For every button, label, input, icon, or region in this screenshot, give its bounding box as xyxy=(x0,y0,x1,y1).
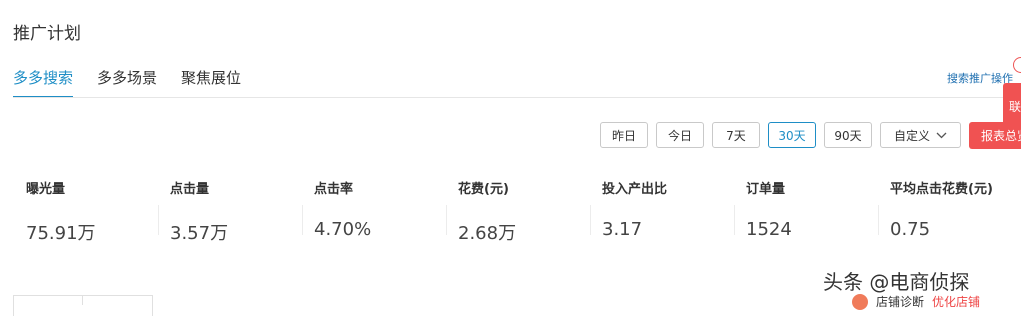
metric-label: 点击量 xyxy=(170,182,210,197)
metric-value: 3.57万 xyxy=(170,223,229,244)
watermark: 头条 @电商侦探 xyxy=(823,270,970,294)
metric-value: 75.91万 xyxy=(26,223,96,244)
metric-label: 订单量 xyxy=(746,182,786,197)
report-overview-button[interactable]: 报表总览 xyxy=(969,122,1021,149)
date-filter-30d[interactable]: 30天 xyxy=(768,122,816,148)
metric-spend: 花费(元) 2.68万 xyxy=(458,178,598,245)
metric-orders: 订单量 1524 xyxy=(746,178,886,240)
date-filter-7d[interactable]: 7天 xyxy=(712,122,760,148)
custom-date-dropdown[interactable]: 自定义 xyxy=(880,122,961,148)
bottom-promo-tag[interactable]: 店铺诊断 优化店铺 xyxy=(852,293,980,310)
metric-divider xyxy=(446,205,447,235)
metric-value: 1524 xyxy=(746,219,792,240)
chevron-down-icon xyxy=(936,132,947,138)
metric-label: 平均点击花费(元) xyxy=(890,182,993,197)
metric-value: 4.70% xyxy=(314,219,372,240)
metric-value: 2.68万 xyxy=(458,223,517,244)
date-filter-yesterday[interactable]: 昨日 xyxy=(600,122,648,148)
metric-impressions: 曝光量 75.91万 xyxy=(26,178,166,245)
metric-clicks: 点击量 3.57万 xyxy=(170,178,310,245)
metric-divider xyxy=(878,205,879,235)
metric-label: 曝光量 xyxy=(26,182,66,197)
promo-dot-icon xyxy=(852,293,868,310)
tab-bar: 多多搜索 多多场景 聚焦展位 xyxy=(13,67,241,98)
tab-duoduo-scene[interactable]: 多多场景 xyxy=(97,67,157,98)
side-tab-label: 联 xyxy=(1008,99,1021,114)
notification-badge-icon[interactable] xyxy=(1013,57,1021,73)
promo-text: 店铺诊断 xyxy=(876,295,925,309)
bottom-toggle-divider xyxy=(82,295,83,305)
date-filter-90d[interactable]: 90天 xyxy=(824,122,872,148)
date-filter-today[interactable]: 今日 xyxy=(656,122,704,148)
tab-duoduo-search[interactable]: 多多搜索 xyxy=(13,67,74,98)
metric-divider xyxy=(158,205,159,235)
metric-divider xyxy=(590,205,591,235)
tab-focus-placement[interactable]: 聚焦展位 xyxy=(181,67,241,98)
promo-highlight: 优化店铺 xyxy=(932,295,981,309)
tabs-divider xyxy=(13,97,1021,98)
bottom-toggle-group[interactable] xyxy=(13,295,153,316)
metric-roi: 投入产出比 3.17 xyxy=(602,178,742,240)
metric-value: 0.75 xyxy=(890,219,931,240)
metric-ctr: 点击率 4.70% xyxy=(314,178,454,240)
metric-divider xyxy=(302,205,303,235)
metric-label: 花费(元) xyxy=(458,182,509,197)
metric-label: 点击率 xyxy=(314,182,354,197)
page-title: 推广计划 xyxy=(13,24,81,44)
metric-label: 投入产出比 xyxy=(602,182,668,197)
custom-date-label: 自定义 xyxy=(893,128,930,143)
metric-divider xyxy=(734,205,735,235)
metric-value: 3.17 xyxy=(602,219,643,240)
metric-avg-cpc: 平均点击花费(元) 0.75 xyxy=(890,178,1015,240)
